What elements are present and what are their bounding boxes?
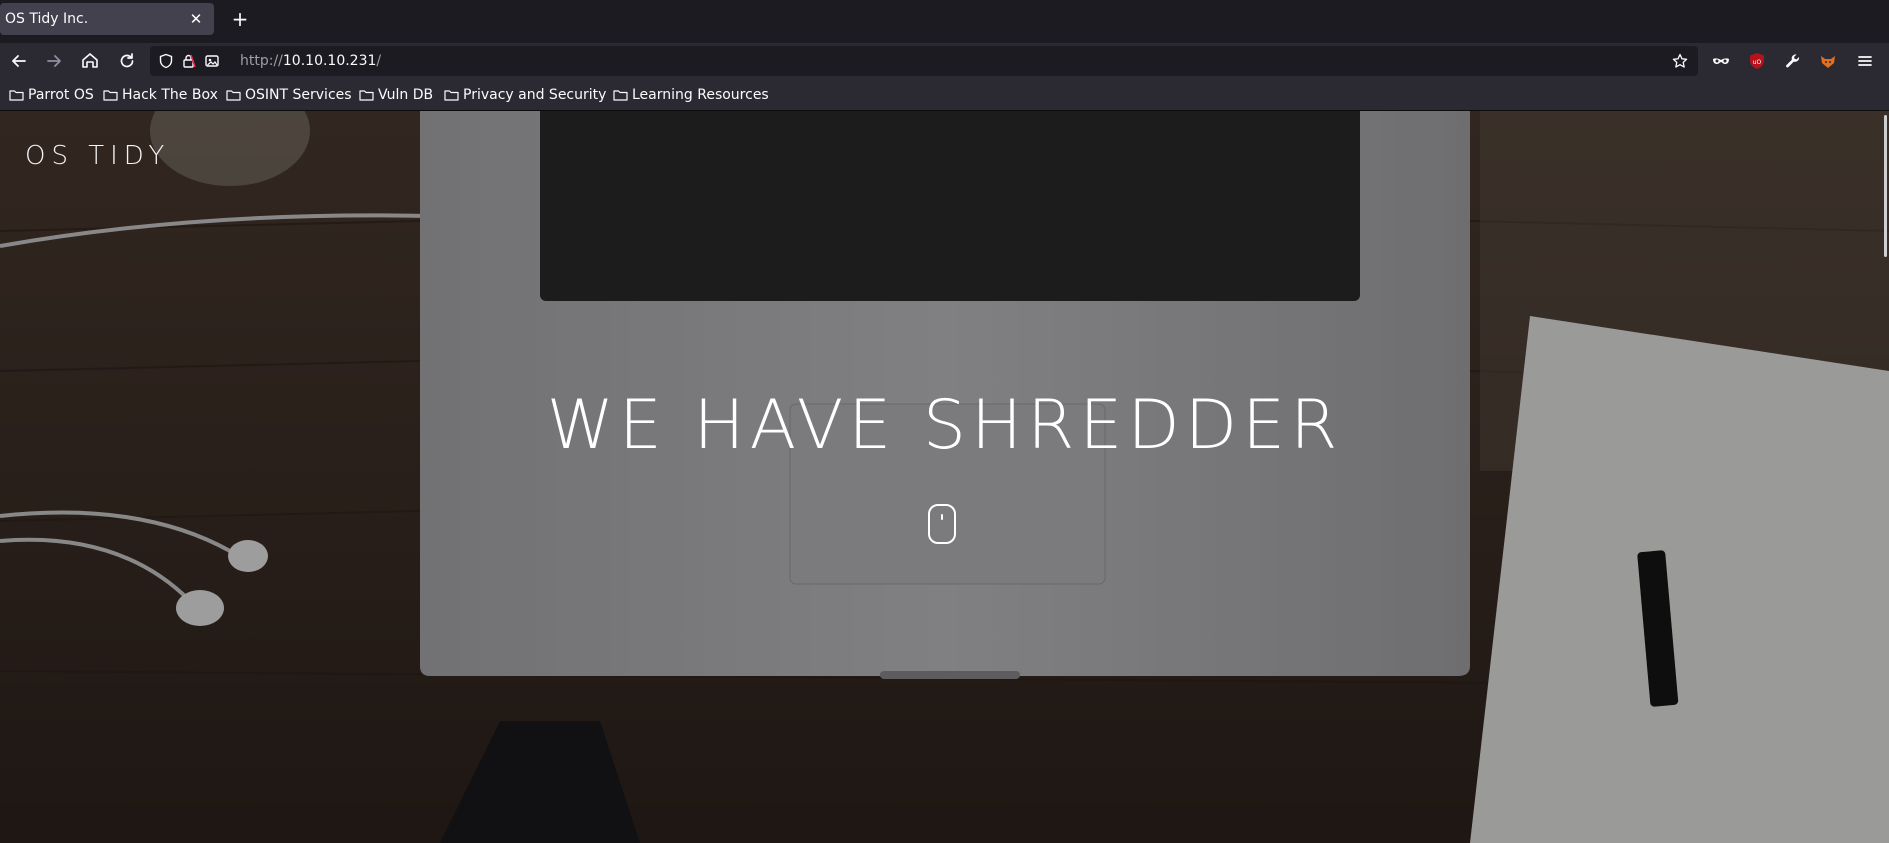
bookmarks-toolbar: Parrot OS Hack The Box OSINT Services Vu… <box>0 79 1889 111</box>
bookmark-folder[interactable]: OSINT Services <box>225 79 352 111</box>
reload-icon <box>120 53 134 68</box>
back-icon <box>12 55 26 67</box>
url-path: / <box>376 53 382 69</box>
folder-icon <box>103 90 118 101</box>
folder-icon <box>444 90 459 101</box>
bookmark-folder[interactable]: Vuln DB <box>358 79 433 111</box>
svg-text:uO: uO <box>1753 59 1762 66</box>
tab-strip: OS Tidy Inc. ✕ + <box>0 0 1889 38</box>
folder-icon <box>359 90 374 101</box>
site-logo[interactable]: OS TIDY <box>25 141 170 171</box>
url-host: 10.10.10.231 <box>282 53 377 69</box>
bookmark-label: Vuln DB <box>378 87 434 103</box>
navigation-toolbar: http://10.10.10.231/ uO <box>0 43 1889 79</box>
ublock-icon: uO <box>1750 53 1764 69</box>
bookmark-folder[interactable]: Hack The Box <box>102 79 218 111</box>
permissions-icon[interactable] <box>204 53 220 69</box>
bookmark-folder[interactable]: Parrot OS <box>8 79 94 111</box>
foxyproxy-button[interactable] <box>1815 48 1841 74</box>
folder-icon <box>9 90 24 101</box>
back-button[interactable] <box>6 48 32 74</box>
hero-title: WE HAVE SHREDDER <box>546 386 1343 465</box>
forward-button[interactable] <box>41 48 67 74</box>
ublock-button[interactable]: uO <box>1744 48 1770 74</box>
address-bar[interactable]: http://10.10.10.231/ <box>150 46 1698 76</box>
lock-icon[interactable] <box>181 53 197 69</box>
tools-button[interactable] <box>1780 48 1806 74</box>
app-menu-button[interactable] <box>1852 48 1878 74</box>
star-icon[interactable] <box>1672 53 1688 69</box>
reload-button[interactable] <box>114 48 140 74</box>
mouse-scroll-icon[interactable] <box>928 504 956 544</box>
shield-icon[interactable] <box>158 53 174 69</box>
tab-title: OS Tidy Inc. <box>5 11 89 27</box>
bookmark-label: OSINT Services <box>245 87 352 103</box>
forward-icon <box>47 55 61 67</box>
bookmark-label: Hack The Box <box>122 87 218 103</box>
tab-active[interactable]: OS Tidy Inc. ✕ <box>0 3 214 35</box>
foxy-icon <box>1821 56 1835 68</box>
private-mask-icon <box>1713 58 1729 64</box>
home-icon <box>82 53 98 68</box>
url-text: http://10.10.10.231/ <box>240 46 381 76</box>
url-scheme: http:// <box>240 53 283 69</box>
page-content: OS TIDY WE HAVE SHREDDER <box>0 111 1889 843</box>
bookmark-folder[interactable]: Learning Resources <box>612 79 769 111</box>
wrench-icon <box>1786 54 1800 68</box>
mouse-wheel <box>941 514 943 520</box>
bookmark-folder[interactable]: Privacy and Security <box>443 79 606 111</box>
bookmark-label: Privacy and Security <box>463 87 607 103</box>
bookmark-label: Parrot OS <box>28 87 94 103</box>
hamburger-menu-icon <box>1858 56 1872 66</box>
bookmark-label: Learning Resources <box>632 87 769 103</box>
new-tab-button[interactable]: + <box>228 4 252 34</box>
folder-icon <box>613 90 628 101</box>
home-button[interactable] <box>77 48 103 74</box>
scrollbar-thumb[interactable] <box>1884 115 1887 257</box>
folder-icon <box>226 90 241 101</box>
hero-dark-overlay <box>0 111 1889 843</box>
tab-close-icon[interactable]: ✕ <box>188 3 204 35</box>
private-mask-button[interactable] <box>1708 48 1734 74</box>
